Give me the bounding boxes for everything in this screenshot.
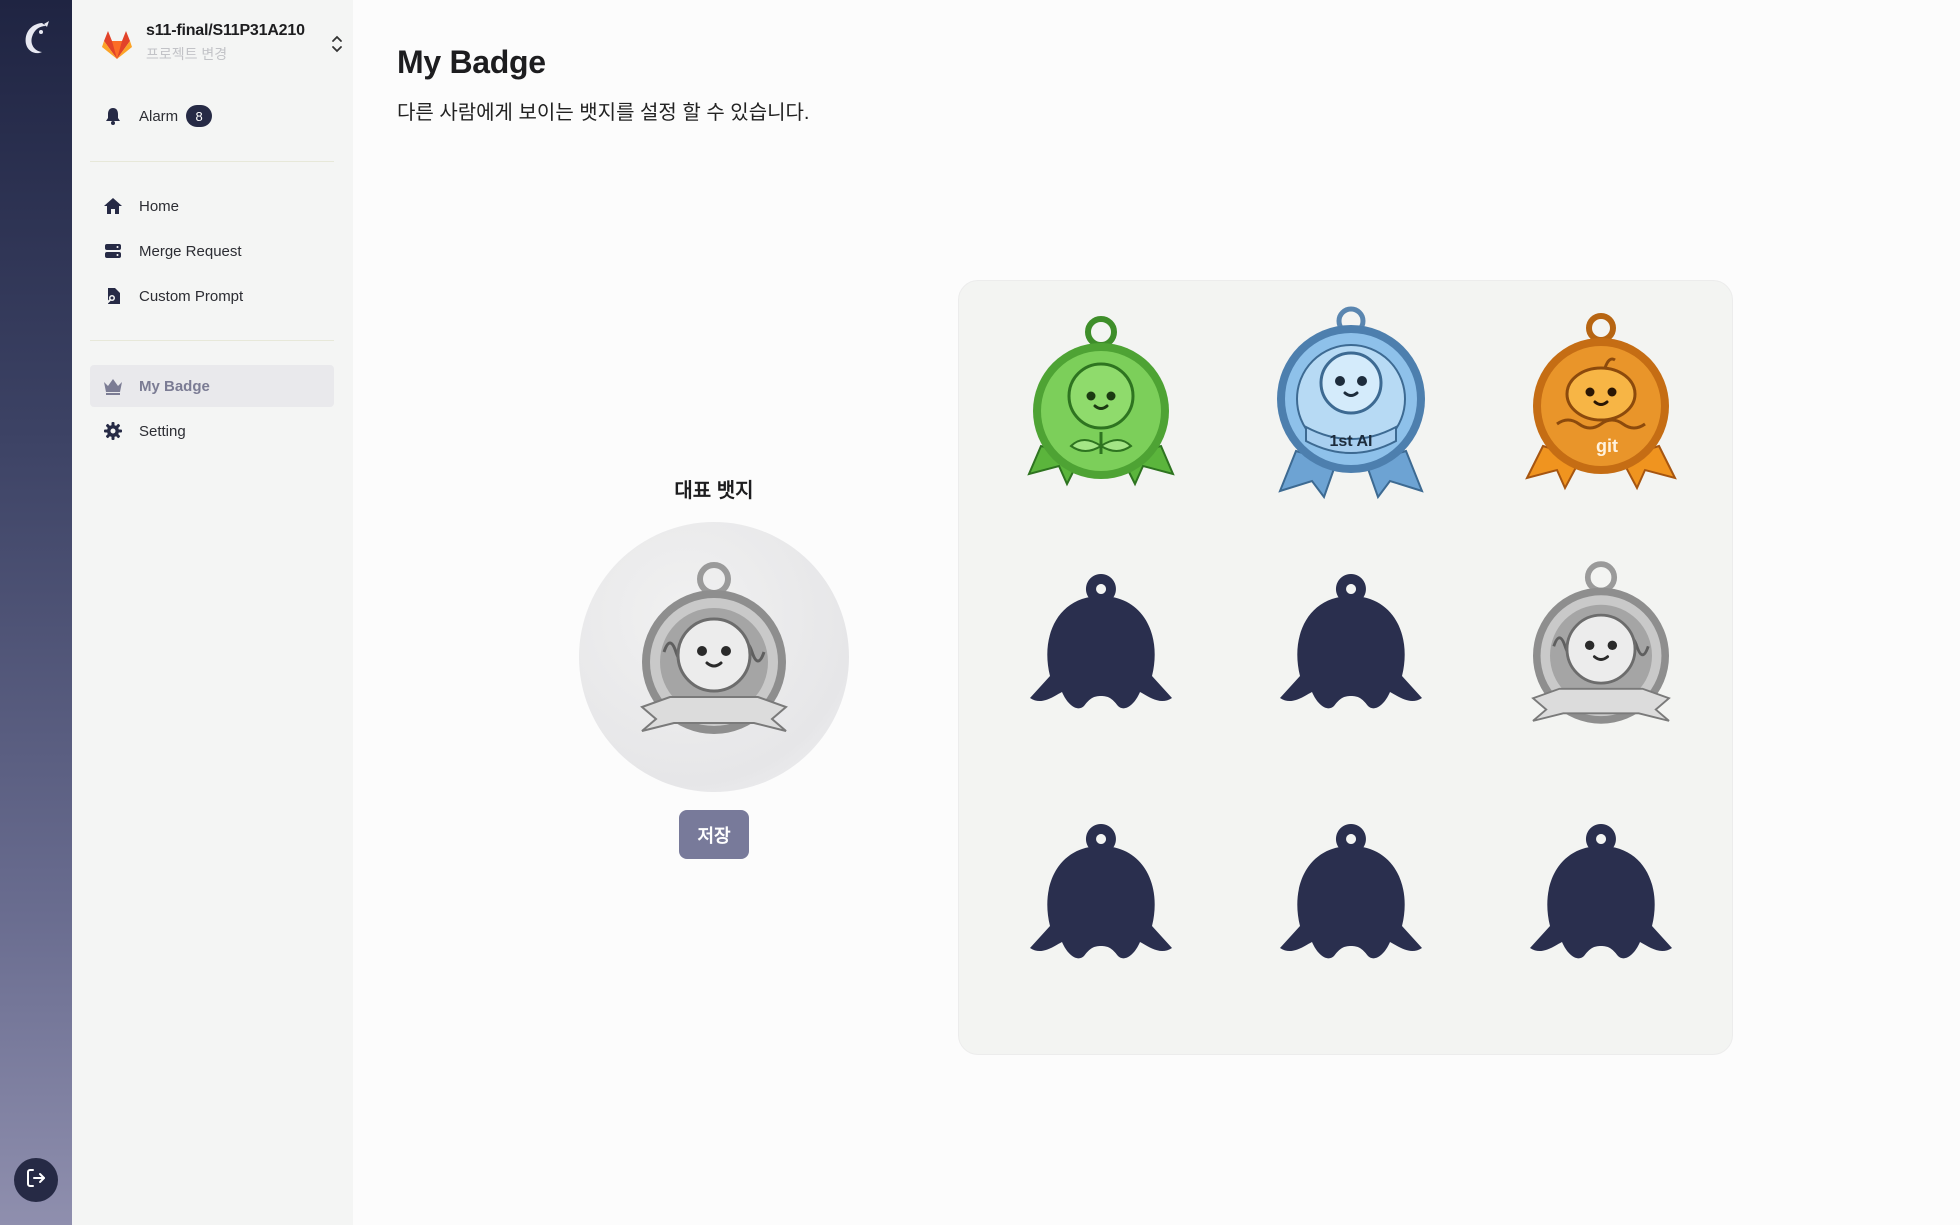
project-name: s11-final/S11P31A210 xyxy=(146,22,305,39)
locked-badge-icon xyxy=(1280,824,1422,959)
badge-cell[interactable]: git xyxy=(1501,301,1701,501)
alarm-count-badge: 8 xyxy=(186,105,213,127)
badge-cell[interactable] xyxy=(1501,551,1701,751)
orange-git-medal-icon: git xyxy=(1525,313,1677,491)
silver-medal-icon xyxy=(640,562,788,734)
badge-cell-locked[interactable] xyxy=(1501,801,1701,1001)
nav-merge-request[interactable]: Merge Request xyxy=(90,230,334,272)
representative-badge-label: 대표 뱃지 xyxy=(674,480,754,502)
nav-my-badge[interactable]: My Badge xyxy=(90,365,334,407)
nav-merge-request-label: Merge Request xyxy=(139,242,242,260)
badge-cell-locked[interactable] xyxy=(1001,801,1201,1001)
nav-home-label: Home xyxy=(139,197,180,215)
logout-button[interactable] xyxy=(14,1158,58,1202)
nav-setting[interactable]: Setting xyxy=(90,410,334,452)
badge-cell-locked[interactable] xyxy=(1251,801,1451,1001)
nav-custom-prompt-label: Custom Prompt xyxy=(139,287,244,305)
blue-1st-ai-medal-icon: 1st AI xyxy=(1277,306,1425,500)
custom-prompt-icon xyxy=(102,285,124,307)
sidebar: s11-final/S11P31A210 프로젝트 변경 Alarm 8 Hom… xyxy=(72,0,353,1225)
nav-alarm[interactable]: Alarm 8 xyxy=(90,95,334,137)
sidebar-divider xyxy=(90,340,334,341)
server-icon xyxy=(102,240,124,262)
silver-medal-icon xyxy=(1531,561,1671,724)
page-subtitle: 다른 사람에게 보이는 뱃지를 설정 할 수 있습니다. xyxy=(397,102,810,124)
save-button[interactable]: 저장 xyxy=(679,810,749,859)
badge-cell-locked[interactable] xyxy=(1001,551,1201,751)
crown-icon xyxy=(102,375,124,397)
badge-cell[interactable]: 1st AI xyxy=(1251,301,1451,501)
nav-home[interactable]: Home xyxy=(90,185,334,227)
representative-badge-slot xyxy=(579,522,849,792)
nav-alarm-label: Alarm xyxy=(139,107,179,125)
home-icon xyxy=(102,195,124,217)
app-rail xyxy=(0,0,72,1225)
nav-my-badge-label: My Badge xyxy=(139,377,210,395)
chevron-updown-icon xyxy=(330,32,344,56)
green-sprout-medal-icon xyxy=(1027,316,1175,487)
locked-badge-icon xyxy=(1280,574,1422,709)
nav-custom-prompt[interactable]: Custom Prompt xyxy=(90,275,334,317)
badge-text: git xyxy=(1596,436,1618,456)
gitlab-fox-icon xyxy=(100,28,134,62)
nav-setting-label: Setting xyxy=(139,422,186,440)
badge-grid: 1st AI git xyxy=(958,280,1733,1055)
logout-icon xyxy=(24,1166,48,1195)
locked-badge-icon xyxy=(1030,574,1172,709)
sidebar-divider xyxy=(90,161,334,162)
project-selector[interactable]: s11-final/S11P31A210 프로젝트 변경 xyxy=(100,22,342,72)
locked-badge-icon xyxy=(1030,824,1172,959)
locked-badge-icon xyxy=(1530,824,1672,959)
badge-cell-locked[interactable] xyxy=(1251,551,1451,751)
badge-text: 1st AI xyxy=(1330,433,1373,450)
badge-cell[interactable] xyxy=(1001,301,1201,501)
logo-icon[interactable] xyxy=(20,20,52,56)
page-title: My Badge xyxy=(397,44,546,80)
bell-icon xyxy=(102,105,124,127)
gear-icon xyxy=(102,420,124,442)
project-change-label: 프로젝트 변경 xyxy=(146,46,228,62)
